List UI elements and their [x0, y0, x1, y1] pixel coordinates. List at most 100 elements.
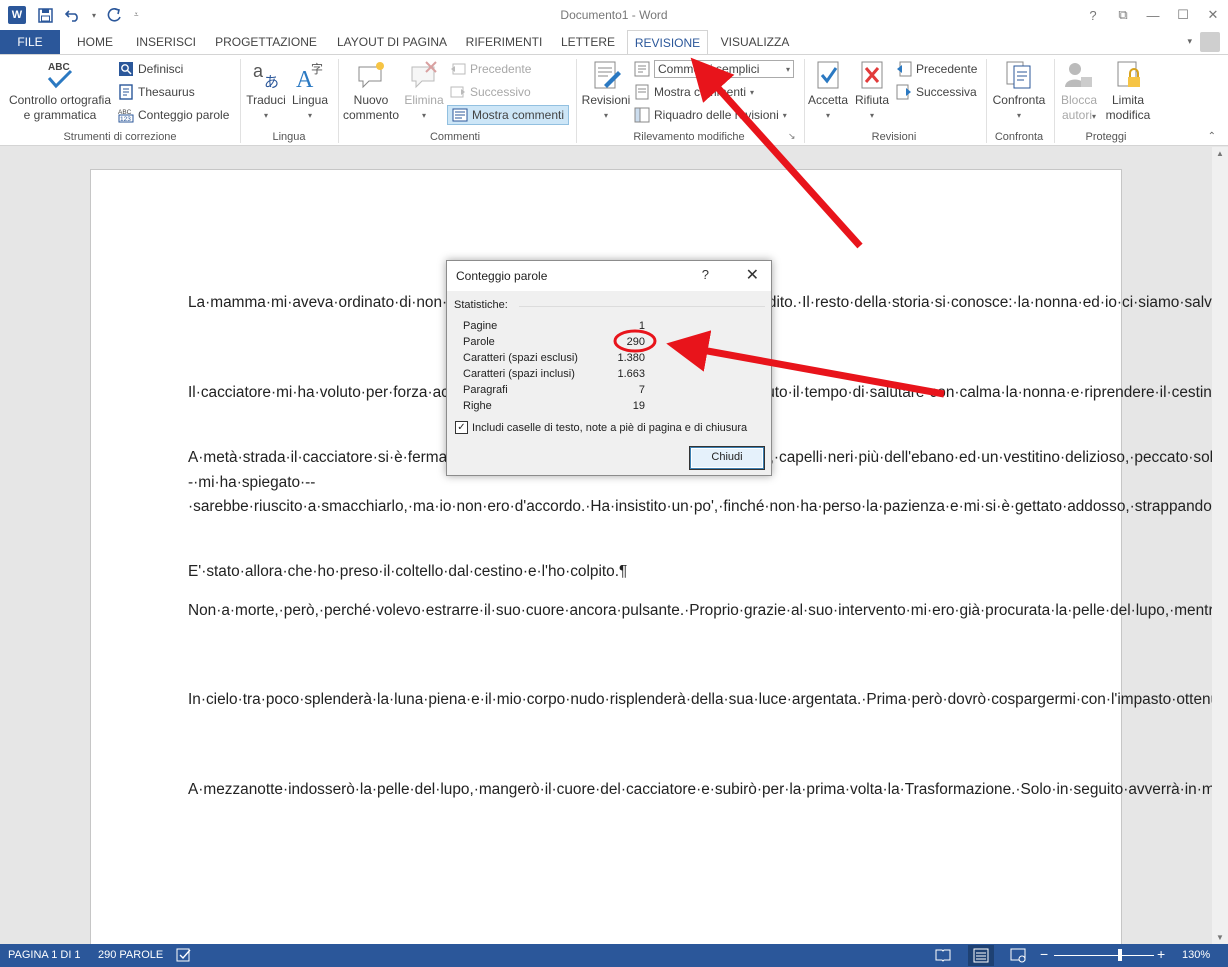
- stat-value: 19: [632, 400, 645, 412]
- include-textboxes-label: Includi caselle di testo, note a piè di …: [472, 421, 748, 434]
- markup-icon: [634, 61, 650, 77]
- spelling-button[interactable]: ABC Controllo ortografia e grammatica: [4, 59, 116, 123]
- svg-text:ABC: ABC: [48, 62, 70, 73]
- tab-layout[interactable]: LAYOUT DI PAGINA: [330, 30, 454, 54]
- show-comments-button[interactable]: Mostra commenti: [447, 105, 570, 125]
- reject-icon: [856, 59, 888, 91]
- tab-insert[interactable]: INSERISCI: [130, 30, 202, 54]
- zoom-out-icon[interactable]: −: [1040, 946, 1048, 962]
- status-bar: PAGINA 1 DI 1 290 PAROLE − + 130%: [0, 944, 1228, 967]
- checkbox-check-icon[interactable]: ✓: [455, 421, 468, 434]
- vertical-scrollbar[interactable]: ▲ ▼: [1212, 147, 1228, 944]
- word-count-status[interactable]: 290 PAROLE: [98, 949, 163, 961]
- thesaurus-button[interactable]: Thesaurus: [118, 82, 195, 102]
- restrict-editing-icon: [1112, 59, 1144, 91]
- define-button[interactable]: Definisci: [118, 59, 183, 79]
- web-layout-icon[interactable]: [1010, 947, 1026, 966]
- reviewing-pane-button[interactable]: Riquadro delle revisioni ▾: [634, 105, 787, 125]
- dialog-help-icon[interactable]: ?: [702, 267, 709, 282]
- dialog-title-bar[interactable]: Conteggio parole ? ✕: [447, 261, 771, 291]
- tab-review[interactable]: REVISIONE: [627, 30, 708, 55]
- restrict-editing-button[interactable]: Limita modifica: [1102, 59, 1154, 123]
- customize-qat-icon[interactable]: ⩡: [134, 10, 139, 20]
- word-logo-icon[interactable]: W: [8, 6, 26, 24]
- group-tracking-label: Rilevamento modifiche: [633, 131, 745, 143]
- svg-text:123: 123: [120, 116, 131, 123]
- include-textboxes-checkbox[interactable]: ✓ Includi caselle di testo, note a piè d…: [455, 421, 747, 434]
- account-dropdown-icon[interactable]: ▾: [1187, 36, 1192, 47]
- stat-value: 1: [638, 320, 645, 332]
- next-change-button[interactable]: Successiva: [896, 82, 977, 102]
- paragraph[interactable]: E'·stato·allora·che·ho·preso·il·coltello…: [188, 560, 1038, 585]
- tab-view[interactable]: VISUALIZZA: [714, 30, 796, 54]
- new-comment-button[interactable]: Nuovo commento: [342, 59, 400, 123]
- maximize-icon[interactable]: ☐: [1168, 0, 1198, 30]
- minimize-icon[interactable]: —: [1138, 0, 1168, 30]
- track-changes-button[interactable]: Revisioni ▾: [580, 59, 632, 123]
- svg-text:あ: あ: [264, 73, 279, 91]
- tab-mailings[interactable]: LETTERE: [555, 30, 621, 54]
- print-layout-icon[interactable]: [968, 945, 994, 966]
- stat-row: Caratteri (spazi inclusi) 1.663: [463, 368, 645, 380]
- previous-comment-button[interactable]: Precedente: [450, 59, 531, 79]
- compare-icon: [1003, 59, 1035, 91]
- group-changes-label: Revisioni: [871, 131, 917, 143]
- next-comment-icon: [450, 84, 466, 100]
- previous-comment-icon: [450, 61, 466, 77]
- tracking-dialog-launcher-icon[interactable]: ↘: [788, 131, 796, 142]
- language-dropdown-icon: ▾: [307, 111, 312, 120]
- undo-icon[interactable]: [64, 6, 82, 24]
- ribbon-display-icon[interactable]: ⧉: [1108, 0, 1138, 30]
- group-separator: [804, 59, 805, 143]
- help-icon[interactable]: ?: [1078, 0, 1108, 30]
- account-avatar[interactable]: [1200, 32, 1220, 52]
- stat-row: Righe 19: [463, 400, 645, 412]
- proofing-status-icon[interactable]: [176, 947, 192, 966]
- zoom-slider-thumb[interactable]: [1118, 949, 1122, 961]
- group-separator: [240, 59, 241, 143]
- scroll-down-icon[interactable]: ▼: [1216, 933, 1224, 942]
- compare-button[interactable]: Confronta ▾: [988, 59, 1050, 123]
- stat-label: Pagine: [463, 320, 498, 332]
- reject-button[interactable]: Rifiuta ▾: [850, 59, 894, 123]
- tab-references[interactable]: RIFERIMENTI: [460, 30, 548, 54]
- zoom-in-icon[interactable]: +: [1157, 946, 1165, 962]
- paragraph[interactable]: A·mezzanotte·indosserò·la·pelle·del·lupo…: [188, 778, 1228, 803]
- tab-design[interactable]: PROGETTAZIONE: [208, 30, 324, 54]
- block-authors-button[interactable]: Blocca autori▾: [1056, 59, 1102, 124]
- close-icon[interactable]: ✕: [1198, 0, 1228, 30]
- undo-dropdown-icon[interactable]: ▾: [92, 11, 96, 20]
- group-compare-label: Confronta: [994, 131, 1044, 143]
- save-icon[interactable]: [36, 6, 54, 24]
- next-comment-button[interactable]: Successivo: [450, 82, 531, 102]
- dialog-close-button[interactable]: Chiudi: [690, 447, 764, 469]
- collapse-ribbon-icon[interactable]: ⌃: [1208, 131, 1216, 142]
- dialog-close-icon[interactable]: ✕: [746, 265, 759, 285]
- paragraph[interactable]: Non·a·morte,·però,·perché·volevo·estrarr…: [188, 599, 1228, 624]
- accept-button[interactable]: Accetta ▾: [806, 59, 850, 123]
- language-button[interactable]: A字 Lingua ▾: [288, 59, 332, 123]
- group-separator: [576, 59, 577, 143]
- paragraph[interactable]: In·cielo·tra·poco·splenderà·la·luna·pien…: [188, 688, 1228, 713]
- svg-text:a: a: [253, 61, 264, 81]
- read-mode-icon[interactable]: [935, 947, 951, 966]
- word-count-icon: ABC 123: [118, 107, 134, 123]
- zoom-level[interactable]: 130%: [1182, 949, 1210, 961]
- scroll-up-icon[interactable]: ▲: [1216, 149, 1224, 158]
- zoom-slider-track[interactable]: [1054, 955, 1154, 956]
- translate-button[interactable]: aあ Traduci ▾: [244, 59, 288, 123]
- tab-file[interactable]: FILE: [0, 30, 60, 54]
- show-markup-button[interactable]: Mostra commenti ▾: [634, 82, 754, 102]
- statistics-heading: Statistiche:: [454, 299, 508, 311]
- previous-change-button[interactable]: Precedente: [896, 59, 977, 79]
- redo-icon[interactable]: [106, 6, 124, 24]
- window-controls: ? ⧉ — ☐ ✕: [1078, 0, 1228, 30]
- markup-select[interactable]: Commenti semplici ▾: [634, 59, 794, 79]
- stat-row: Pagine 1: [463, 320, 645, 332]
- stat-label: Righe: [463, 400, 492, 412]
- delete-comment-button[interactable]: Elimina ▾: [402, 59, 446, 123]
- window-title: Documento1 - Word: [560, 8, 668, 22]
- page-count[interactable]: PAGINA 1 DI 1: [8, 949, 81, 961]
- tab-home[interactable]: HOME: [64, 30, 126, 54]
- word-count-button[interactable]: ABC 123 Conteggio parole: [118, 105, 229, 125]
